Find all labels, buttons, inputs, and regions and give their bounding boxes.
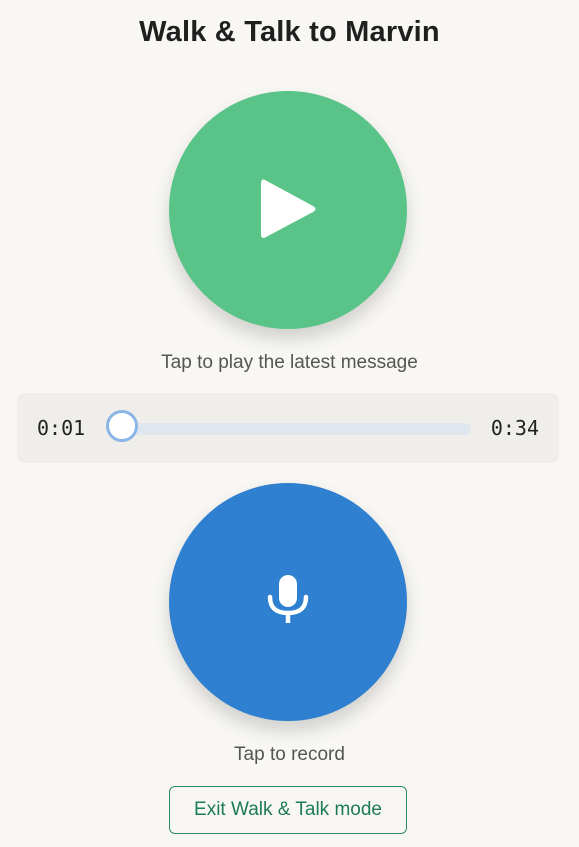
record-button[interactable] <box>169 483 407 721</box>
walk-and-talk-screen: Walk & Talk to Marvin Tap to play the la… <box>0 0 579 847</box>
record-caption: Tap to record <box>234 744 345 765</box>
microphone-icon <box>267 575 309 623</box>
audio-player-bar: 0:01 0:34 <box>17 393 559 463</box>
total-time: 0:34 <box>490 416 539 440</box>
progress-slider-thumb[interactable] <box>105 410 138 442</box>
exit-walk-talk-button[interactable]: Exit Walk & Talk mode <box>169 786 407 834</box>
play-icon <box>261 179 316 238</box>
progress-track[interactable] <box>107 423 471 435</box>
page-title: Walk & Talk to Marvin <box>139 16 440 48</box>
play-caption: Tap to play the latest message <box>161 352 418 373</box>
play-button[interactable] <box>169 91 407 329</box>
current-time: 0:01 <box>37 416 86 440</box>
